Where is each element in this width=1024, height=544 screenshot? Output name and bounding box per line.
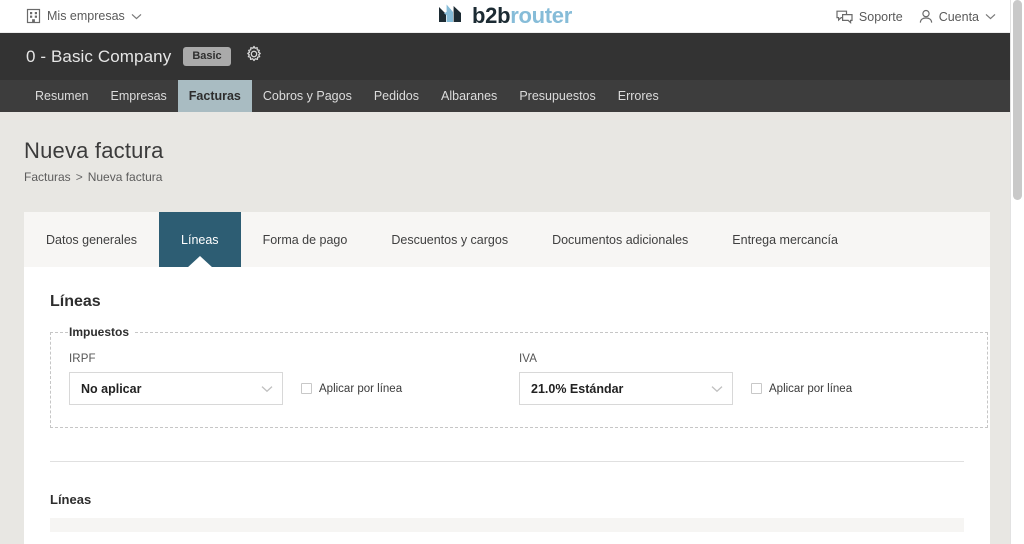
company-header: 0 - Basic Company Basic <box>0 33 1010 80</box>
breadcrumb-parent[interactable]: Facturas <box>24 170 71 184</box>
page-header: Nueva factura Facturas > Nueva factura <box>0 112 1010 184</box>
checkbox-box <box>301 383 312 394</box>
nav-item-cobros-y-pagos[interactable]: Cobros y Pagos <box>252 80 363 112</box>
nav-item-errores[interactable]: Errores <box>607 80 670 112</box>
b2brouter-mark-icon <box>438 3 463 30</box>
tab-active-notch <box>186 256 213 268</box>
tab-forma-de-pago[interactable]: Forma de pago <box>241 212 370 267</box>
section-divider <box>50 461 964 462</box>
nav-item-resumen[interactable]: Resumen <box>24 80 100 112</box>
checkbox-box <box>751 383 762 394</box>
global-topbar: Mis empresas b2brouter Soporte Cuenta <box>0 0 1010 33</box>
support-link[interactable]: Soporte <box>836 10 903 24</box>
irpf-control-row: No aplicar Aplicar por línea <box>69 372 519 405</box>
nav-item-facturas[interactable]: Facturas <box>177 80 252 112</box>
section-title-lineas: Líneas <box>50 293 101 310</box>
form-body: Líneas Impuestos IRPF No aplicar Aplicar… <box>24 267 990 532</box>
topbar-left-group: Mis empresas <box>0 8 142 24</box>
support-label: Soporte <box>858 9 903 24</box>
nav-item-albaranes[interactable]: Albaranes <box>430 80 508 112</box>
nav-item-presupuestos[interactable]: Presupuestos <box>508 80 606 112</box>
iva-select[interactable]: 21.0% Estándar <box>519 372 733 405</box>
iva-select-value: 21.0% Estándar <box>531 381 624 396</box>
plan-badge: Basic <box>183 47 231 66</box>
chevron-down-icon <box>261 385 273 393</box>
page-scrollbar-thumb[interactable] <box>1013 0 1022 200</box>
irpf-select[interactable]: No aplicar <box>69 372 283 405</box>
brand-logo: b2brouter <box>438 3 572 30</box>
page-column: Mis empresas b2brouter Soporte Cuenta 0 … <box>0 0 1010 544</box>
page-title: Nueva factura <box>24 138 164 163</box>
company-settings-button[interactable] <box>245 45 263 68</box>
company-name: 0 - Basic Company <box>26 46 172 66</box>
irpf-label: IRPF <box>69 353 96 365</box>
chat-bubbles-icon <box>836 10 853 24</box>
chevron-down-icon <box>711 385 723 393</box>
taxes-legend: Impuestos <box>69 325 130 339</box>
main-nav: Resumen Empresas Facturas Cobros y Pagos… <box>0 80 1010 112</box>
tab-lineas-label: Líneas <box>181 232 219 247</box>
page-scrollbar-track[interactable] <box>1010 0 1024 544</box>
tab-descuentos-y-cargos[interactable]: Descuentos y cargos <box>369 212 530 267</box>
irpf-field-group: IRPF No aplicar Aplicar por línea <box>69 353 519 405</box>
my-companies-label: Mis empresas <box>47 9 125 23</box>
building-icon <box>26 8 41 24</box>
logo-text-primary: b2b <box>472 3 511 28</box>
invoice-form-card: Datos generales Líneas Forma de pago Des… <box>24 212 990 544</box>
logo-text-secondary: router <box>510 3 572 28</box>
irpf-apply-per-line-label: Aplicar por línea <box>319 382 403 395</box>
irpf-apply-per-line-checkbox[interactable]: Aplicar por línea <box>301 383 402 395</box>
iva-label: IVA <box>519 353 537 365</box>
breadcrumb-current: Nueva factura <box>87 170 163 184</box>
nav-item-pedidos[interactable]: Pedidos <box>363 80 430 112</box>
taxes-fieldset: Impuestos IRPF No aplicar Aplicar por lí… <box>50 325 988 428</box>
chevron-down-icon <box>131 13 142 20</box>
my-companies-menu[interactable]: Mis empresas <box>26 8 142 24</box>
tab-datos-generales[interactable]: Datos generales <box>24 212 159 267</box>
taxes-row: IRPF No aplicar Aplicar por línea IVA 21… <box>69 353 969 405</box>
iva-apply-per-line-checkbox[interactable]: Aplicar por línea <box>751 383 852 395</box>
form-tabs: Datos generales Líneas Forma de pago Des… <box>24 212 990 268</box>
iva-control-row: 21.0% Estándar Aplicar por línea <box>519 372 969 405</box>
tab-entrega-mercancia[interactable]: Entrega mercancía <box>710 212 860 267</box>
subsection-title-lineas: Líneas <box>50 492 92 507</box>
user-icon <box>919 9 933 24</box>
gear-icon <box>245 45 263 68</box>
chevron-down-icon <box>985 13 996 20</box>
app-viewport: Mis empresas b2brouter Soporte Cuenta 0 … <box>0 0 1024 544</box>
breadcrumb: Facturas > Nueva factura <box>24 170 1010 184</box>
irpf-select-value: No aplicar <box>81 381 142 396</box>
account-menu[interactable]: Cuenta <box>919 9 996 24</box>
tab-lineas[interactable]: Líneas <box>159 212 241 268</box>
topbar-right-group: Soporte Cuenta <box>836 0 996 33</box>
nav-item-empresas[interactable]: Empresas <box>100 80 178 112</box>
iva-apply-per-line-label: Aplicar por línea <box>769 382 853 395</box>
account-label: Cuenta <box>938 9 979 24</box>
breadcrumb-separator: > <box>75 170 83 184</box>
iva-field-group: IVA 21.0% Estándar Aplicar por línea <box>519 353 969 405</box>
lines-table-header-strip <box>50 518 964 532</box>
tab-documentos-adicionales[interactable]: Documentos adicionales <box>530 212 710 267</box>
